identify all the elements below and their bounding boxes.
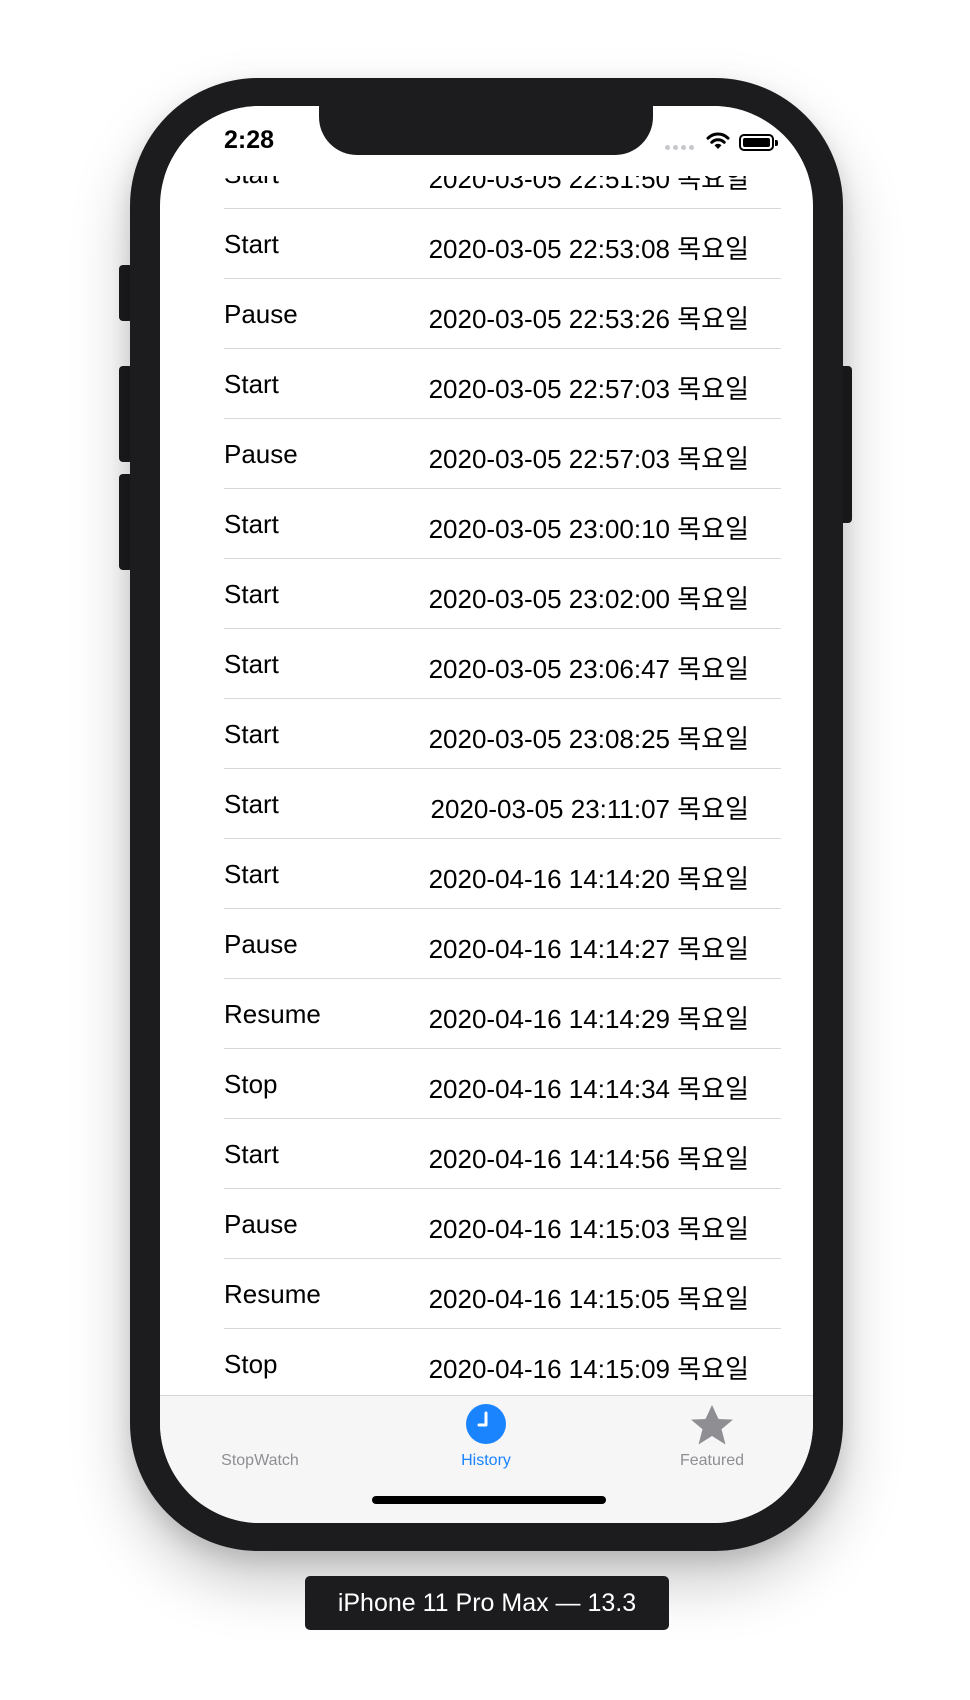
event-timestamp: 2020-03-05 22:57:03 목요일 (428, 444, 749, 474)
event-timestamp: 2020-04-16 14:15:03 목요일 (428, 1214, 749, 1244)
cellular-signal-icon (665, 145, 694, 150)
event-label: Pause (224, 929, 298, 959)
tab-label: History (461, 1452, 511, 1469)
event-timestamp: 2020-04-16 14:14:56 목요일 (428, 1144, 749, 1174)
event-timestamp: 2020-04-16 14:15:09 목요일 (428, 1354, 749, 1384)
event-timestamp: 2020-03-05 22:57:03 목요일 (428, 374, 749, 404)
device-label: iPhone 11 Pro Max — 13.3 (305, 1576, 669, 1630)
event-timestamp: 2020-04-16 14:14:27 목요일 (428, 934, 749, 964)
list-item[interactable]: Start 2020-03-05 23:06:47 목요일 (160, 629, 813, 699)
tab-stopwatch[interactable]: StopWatch (180, 1396, 340, 1486)
event-label: Start (224, 859, 279, 889)
list-item[interactable]: Resume 2020-04-16 14:15:05 목요일 (160, 1259, 813, 1329)
event-label: Pause (224, 439, 298, 469)
event-label: Pause (224, 299, 298, 329)
star-icon (691, 1405, 733, 1445)
tab-history[interactable]: History (406, 1396, 566, 1486)
event-label: Start (224, 649, 279, 679)
event-label: Start (224, 579, 279, 609)
event-label: Pause (224, 1209, 298, 1239)
battery-icon (739, 134, 778, 151)
list-item[interactable]: Start 2020-04-16 14:14:56 목요일 (160, 1119, 813, 1189)
event-timestamp: 2020-03-05 23:06:47 목요일 (428, 654, 749, 684)
tab-label: Featured (679, 1452, 745, 1469)
list-item[interactable]: Start 2020-03-05 22:57:03 목요일 (160, 349, 813, 419)
event-timestamp: 2020-03-05 23:00:10 목요일 (428, 514, 749, 544)
list-item[interactable]: Start 2020-03-05 22:53:08 목요일 (160, 209, 813, 279)
phone-frame: Start 2020-03-05 22:51:50 목요일 Start 2020… (130, 78, 843, 1551)
event-label: Resume (224, 999, 321, 1029)
event-timestamp: 2020-03-05 22:53:08 목요일 (428, 234, 749, 264)
event-label: Stop (224, 1349, 278, 1379)
event-timestamp: 2020-03-05 23:11:07 목요일 (430, 794, 749, 824)
clock-icon (466, 1404, 506, 1444)
list-item[interactable]: Stop 2020-04-16 14:15:09 목요일 (160, 1329, 813, 1399)
list-item[interactable]: Start 2020-03-05 23:08:25 목요일 (160, 699, 813, 769)
wifi-icon (706, 132, 730, 149)
event-label: Resume (224, 1279, 321, 1309)
list-item[interactable]: Pause 2020-04-16 14:15:03 목요일 (160, 1189, 813, 1259)
list-item[interactable]: Pause 2020-03-05 22:53:26 목요일 (160, 279, 813, 349)
list-item[interactable]: Start 2020-03-05 23:00:10 목요일 (160, 489, 813, 559)
list-item[interactable]: Start 2020-03-05 23:02:00 목요일 (160, 559, 813, 629)
tab-label: StopWatch (221, 1452, 299, 1469)
list-item[interactable]: Resume 2020-04-16 14:14:29 목요일 (160, 979, 813, 1049)
list-item[interactable]: Stop 2020-04-16 14:14:34 목요일 (160, 1049, 813, 1119)
event-label: Start (224, 789, 279, 819)
list-item[interactable]: Pause 2020-03-05 22:57:03 목요일 (160, 419, 813, 489)
notch (319, 106, 653, 155)
list-item[interactable]: Start 2020-03-05 23:11:07 목요일 (160, 769, 813, 839)
event-label: Start (224, 229, 279, 259)
event-timestamp: 2020-04-16 14:14:34 목요일 (428, 1074, 749, 1104)
event-timestamp: 2020-04-16 14:15:05 목요일 (428, 1284, 749, 1314)
tab-featured[interactable]: Featured (632, 1396, 792, 1486)
event-timestamp: 2020-03-05 23:08:25 목요일 (428, 724, 749, 754)
status-time: 2:28 (224, 126, 275, 154)
phone-screen: Start 2020-03-05 22:51:50 목요일 Start 2020… (160, 106, 813, 1523)
event-timestamp: 2020-04-16 14:14:29 목요일 (428, 1004, 749, 1034)
list-item[interactable]: Start 2020-04-16 14:14:20 목요일 (160, 839, 813, 909)
event-label: Start (224, 509, 279, 539)
event-label: Stop (224, 1069, 278, 1099)
event-label: Start (224, 719, 279, 749)
event-timestamp: 2020-04-16 14:14:20 목요일 (428, 864, 749, 894)
home-indicator[interactable] (372, 1496, 606, 1504)
simulator-stage: Start 2020-03-05 22:51:50 목요일 Start 2020… (0, 0, 970, 1700)
event-timestamp: 2020-03-05 22:53:26 목요일 (428, 304, 749, 334)
list-item[interactable]: Pause 2020-04-16 14:14:27 목요일 (160, 909, 813, 979)
history-list[interactable]: Start 2020-03-05 22:51:50 목요일 Start 2020… (160, 139, 813, 1399)
event-label: Start (224, 369, 279, 399)
event-timestamp: 2020-03-05 23:02:00 목요일 (428, 584, 749, 614)
event-label: Start (224, 1139, 279, 1169)
